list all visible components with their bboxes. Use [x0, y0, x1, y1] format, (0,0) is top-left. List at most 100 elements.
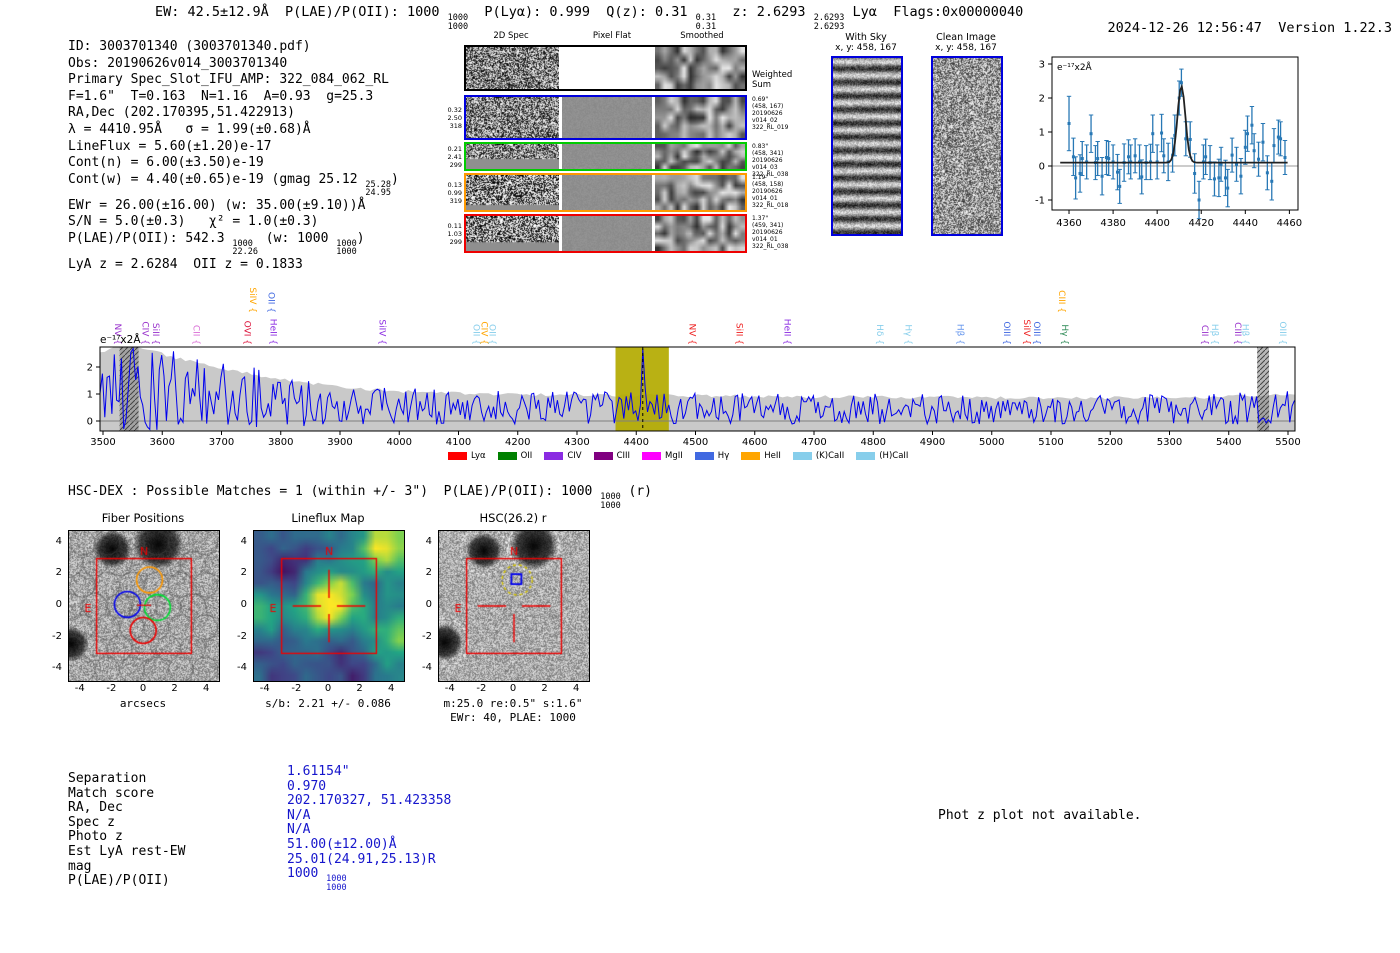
- emission-line-label-siiv: SiIV {: [1021, 319, 1032, 345]
- match-row-value: 1.61154": [287, 764, 350, 779]
- cutout-ytick: 0: [55, 599, 62, 610]
- cutout-xtick: 2: [356, 683, 363, 694]
- strip-panel-smoothed: [655, 144, 745, 169]
- strip-panel-pixelflat: [562, 47, 652, 89]
- cutout-caption-hsc-2: EWr: 40, PLAE: 1000: [450, 711, 576, 724]
- report-timestamp: 2024-12-26 12:56:47: [1107, 20, 1262, 36]
- strip-row: [464, 142, 747, 171]
- svg-text:3500: 3500: [90, 437, 115, 448]
- match-row-value: N/A: [287, 807, 311, 823]
- svg-text:5200: 5200: [1098, 437, 1123, 448]
- emission-line-label-hγ: Hγ {: [902, 324, 913, 345]
- legend-swatch: [792, 452, 812, 460]
- match-row-label: Spec z: [68, 814, 115, 830]
- strip-panel-pixelflat: [562, 175, 652, 210]
- line-fit-zoom-plot: 4360 4380 4400 4420 4440 4460 -1 0 1 2 3 e⁻¹⁷x2Å: [1035, 56, 1302, 229]
- cutout-xtick: 2: [541, 683, 548, 694]
- cutout-ytick: 0: [425, 599, 432, 610]
- svg-text:4360: 4360: [1056, 218, 1081, 229]
- svg-text:4400: 4400: [1144, 218, 1169, 229]
- svg-text:-1: -1: [1035, 196, 1045, 207]
- legend-swatch: [694, 452, 714, 460]
- legend-item-mgii: MgII: [642, 451, 683, 461]
- svg-text:5400: 5400: [1216, 437, 1241, 448]
- strip-col-header-pixelflat: Pixel Flat: [592, 31, 632, 41]
- svg-text:2: 2: [1039, 94, 1045, 105]
- withsky-image: [831, 56, 903, 236]
- legend-item-ciii: CIII: [593, 451, 631, 461]
- emission-line-label-oii: OII {: [265, 292, 276, 313]
- withsky-title: With Sky: [845, 32, 887, 43]
- emission-line-label-siiv: SiIV {: [247, 287, 258, 313]
- cutout-xtick: 4: [573, 683, 580, 694]
- strip-right-info: 1.37" (459, 341) 20190626 v014_01 322_RL_038: [752, 215, 789, 250]
- cutout-ytick: -4: [422, 662, 432, 674]
- match-table-label-col: Separation Match score RA, Dec Spec z Photo …: [68, 771, 185, 889]
- emission-line-label-oiii: OIII {: [1031, 321, 1042, 345]
- clean-coords: x, y: 458, 167: [935, 43, 997, 53]
- cutout-title-fibers: Fiber Positions: [101, 511, 185, 525]
- strip-right-info: 0.69" (458, 167) 20190626 v014_02 322_RL_019: [752, 96, 789, 131]
- legend-item-civ: CIV: [544, 451, 582, 461]
- svg-text:3600: 3600: [150, 437, 175, 448]
- legend-label: (H)CaII: [879, 451, 909, 461]
- legend-swatch: [741, 452, 761, 460]
- cutout-xtick: -4: [259, 683, 270, 694]
- emission-line-label-siii: SiII {: [150, 322, 161, 345]
- strip-right-info: 0.83" (458, 341) 20190626 v014_03 322_RL_038: [752, 143, 789, 178]
- strip-panel-smoothed: [655, 97, 745, 138]
- withsky-coords: x, y: 458, 167: [835, 43, 897, 53]
- header-spacer: [1262, 20, 1278, 36]
- info-line: S/N = 5.0(±0.3) χ² = 1.0(±0.3): [68, 214, 319, 230]
- svg-text:3: 3: [1039, 60, 1045, 71]
- emission-line-label-oii: OII {: [486, 324, 497, 345]
- strip-panel-smoothed: [655, 47, 745, 89]
- match-row-value: 25.01(24.91,25.13)R: [287, 851, 436, 867]
- legend-item-lyα: Lyα: [448, 451, 486, 461]
- fiber-positions-image: [68, 530, 220, 682]
- legend-label: Lyα: [471, 451, 486, 461]
- legend-label: CIII: [616, 451, 631, 461]
- cutout-ytick: 2: [240, 567, 247, 579]
- legend-swatch: [497, 452, 517, 460]
- cutout-ytick: 4: [425, 535, 432, 547]
- match-table-value-col: 1.61154" 0.970 202.170327, 51.423358 N/A N/A…: [287, 764, 451, 892]
- info-line: P(LAE)/P(OII): 542.3 1000 22.26 (w: 1000 …: [68, 230, 365, 258]
- info-line: Primary Spec_Slot_IFU_AMP: 322_084_062_R…: [68, 72, 389, 88]
- spectrum-unit-label: e⁻¹⁷x2Å: [100, 334, 141, 346]
- strip-panel-2dspec: [466, 97, 559, 138]
- emission-line-label-hβ: Hβ {: [954, 323, 965, 345]
- svg-text:4420: 4420: [1189, 218, 1214, 229]
- legend-item-(h)caii: (H)CaII: [856, 451, 908, 461]
- svg-text:4460: 4460: [1277, 218, 1302, 229]
- cutout-xtick: 0: [139, 683, 147, 694]
- svg-text:5300: 5300: [1157, 437, 1182, 448]
- svg-text:5100: 5100: [1038, 437, 1063, 448]
- clean-title: Clean Image: [936, 32, 996, 43]
- photz-note: Phot z plot not available.: [938, 808, 1142, 823]
- legend-label: (K)CaII: [815, 451, 845, 461]
- cutout-xtick: 2: [171, 683, 178, 694]
- svg-text:1: 1: [1039, 128, 1045, 139]
- legend-label: CIV: [567, 451, 582, 461]
- info-line: ID: 3003701340 (3003701340.pdf): [68, 39, 311, 54]
- strip-left-stats: 0.32 2.50 318: [447, 105, 462, 130]
- legend-item-(k)caii: (K)CaII: [792, 451, 845, 461]
- strip-right-info: Weighted Sum: [752, 70, 793, 90]
- spectrum-legend: Lyα OII CIV CIII MgII Hγ HeII (K)CaII (H)CaII: [448, 445, 920, 464]
- strip-panel-smoothed: [655, 216, 745, 251]
- emission-line-label-cii: CII {: [1198, 324, 1209, 345]
- strip-panel-2dspec: [466, 144, 559, 169]
- elixer-report-page: EW: 42.5±12.9Å P(LAE)/P(OII): 1000 1000 1…: [0, 0, 1400, 953]
- cutout-ytick: -2: [237, 630, 247, 642]
- cutout-ytick: -4: [237, 662, 247, 674]
- strip-left-stats: 0.11 1.03 299: [447, 221, 462, 246]
- strip-right-info: 1.19" (458, 158) 20190626 v014_01 322_RL_018: [752, 174, 789, 209]
- strip-row: [464, 45, 747, 91]
- legend-swatch: [448, 452, 467, 460]
- svg-text:1: 1: [87, 390, 93, 401]
- header-datetime: 2024-12-26 12:56:47 Version 1.22.3: [1075, 4, 1393, 52]
- strip-col-header-smoothed: Smoothed: [680, 31, 724, 41]
- cutout-xtick: -2: [106, 683, 117, 694]
- emission-line-label-hβ: Hβ {: [1208, 323, 1219, 345]
